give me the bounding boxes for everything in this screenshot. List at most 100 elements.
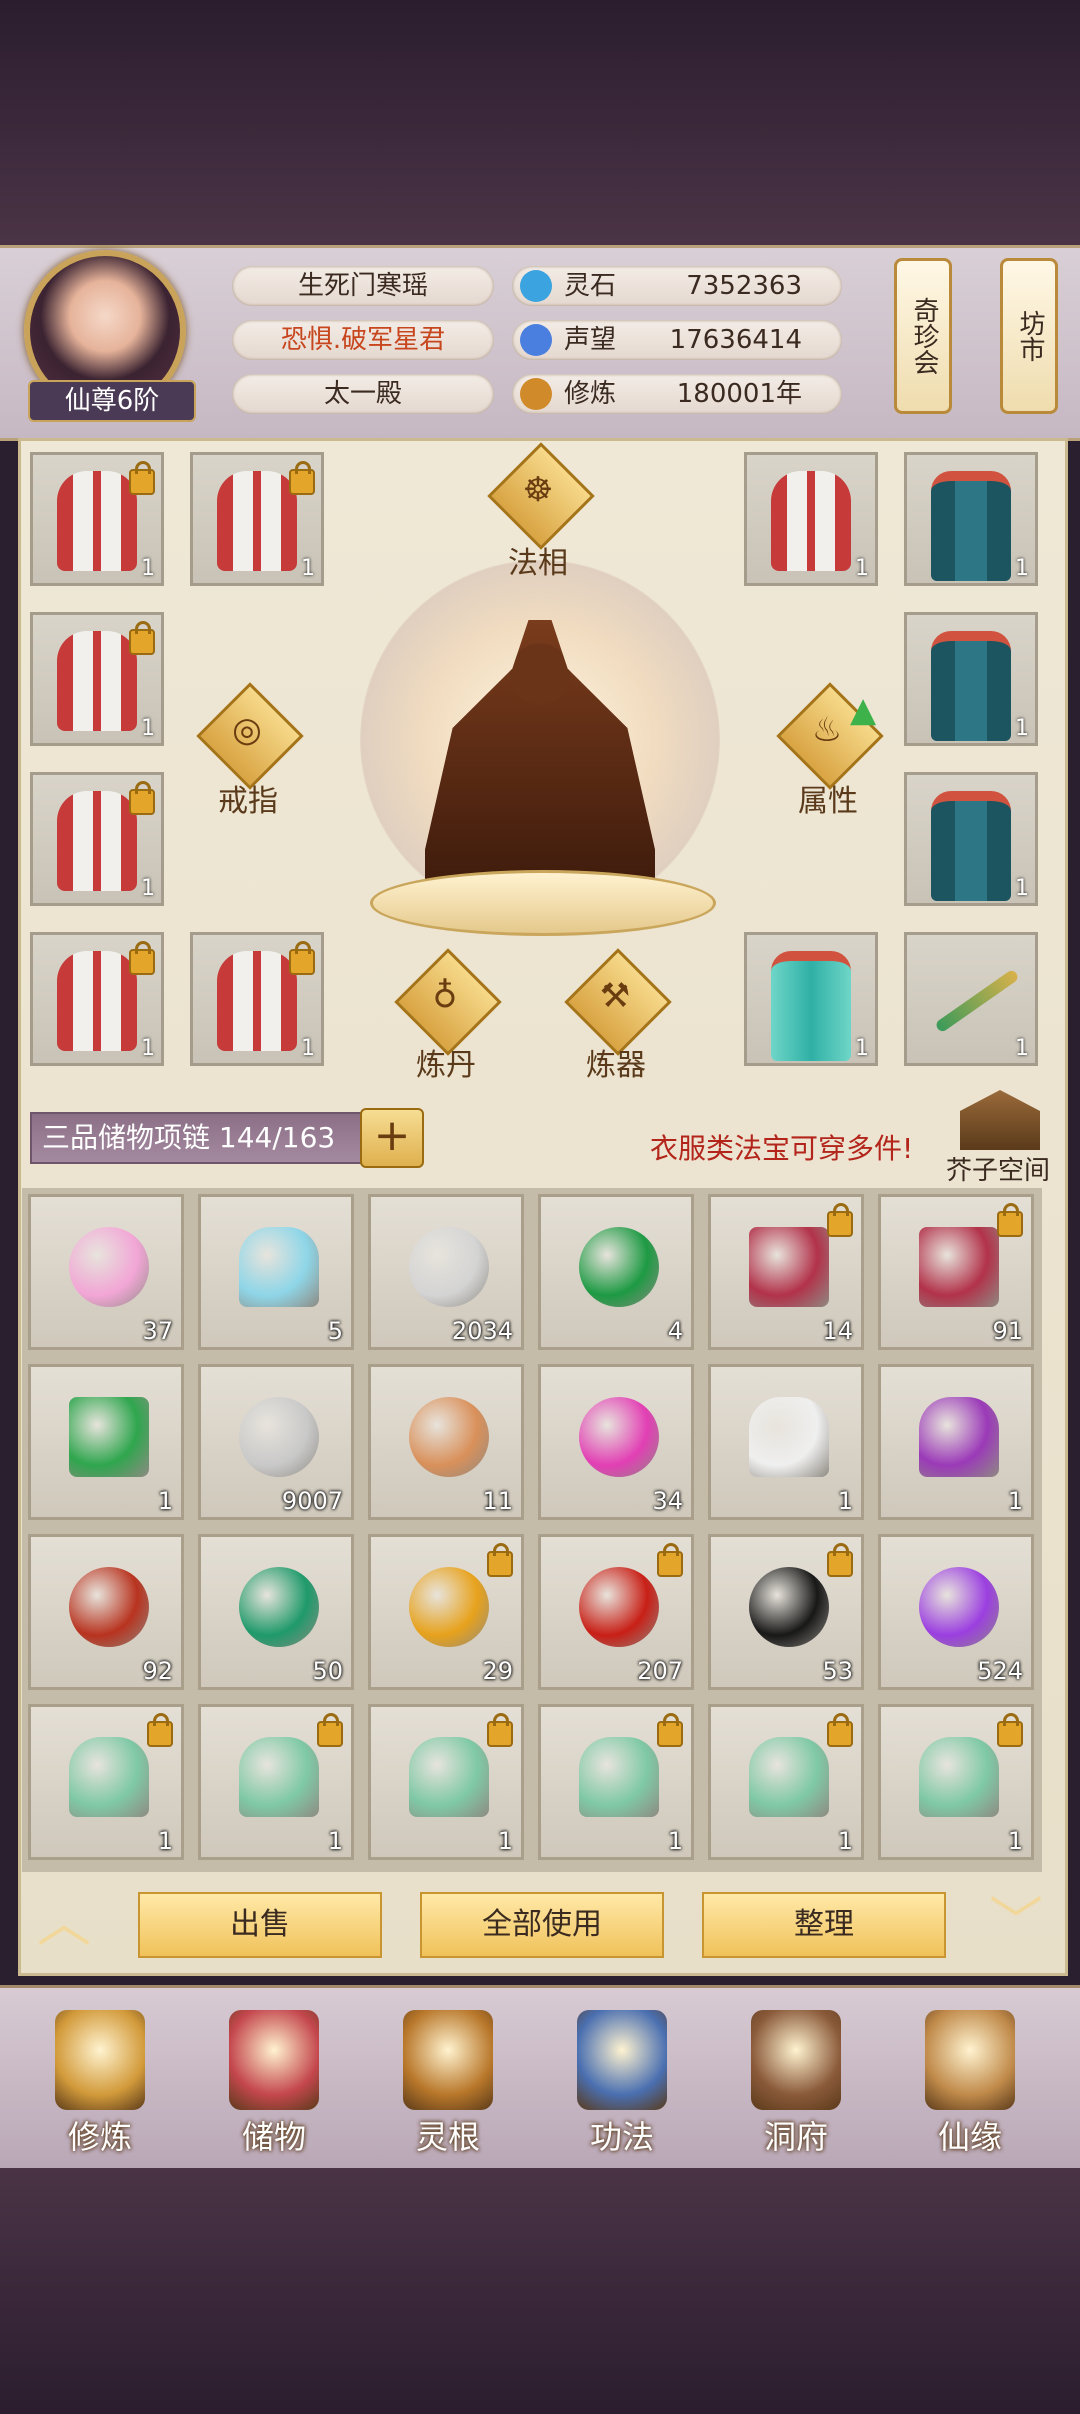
lotus-pedestal — [370, 870, 716, 936]
equip-slot-left-6[interactable]: 1 — [190, 932, 324, 1066]
inventory-item-ring[interactable]: 11 — [368, 1364, 524, 1520]
alchemy-label: 炼丹 — [416, 1048, 476, 1083]
inventory-item-green-orb[interactable]: 4 — [538, 1194, 694, 1350]
player-rank: 仙尊6阶 — [28, 380, 196, 422]
lock-icon — [129, 781, 155, 815]
jade-spirit-icon — [409, 1737, 489, 1817]
stat-label: 修炼 — [564, 379, 617, 409]
scroll-down-icon[interactable]: ﹀ — [976, 1895, 1056, 1951]
ring-icon: ◎ — [232, 710, 262, 750]
spirit-stone-icon — [520, 270, 552, 302]
nav-label: 储物 — [241, 2118, 306, 2156]
nav-cultivate[interactable]: 修炼 — [20, 2010, 180, 2160]
inventory-item-pink-flame[interactable]: 34 — [538, 1364, 694, 1520]
market-button[interactable]: 坊市 — [1000, 258, 1058, 414]
item-quantity: 1 — [1007, 1827, 1023, 1855]
inventory-item-scroll[interactable]: 1 — [28, 1364, 184, 1520]
equip-slot-left-3[interactable]: 1 — [30, 612, 164, 746]
inventory-item-lotus[interactable]: 37 — [28, 1194, 184, 1350]
equip-slot-left-2[interactable]: 1 — [190, 452, 324, 586]
ring-button[interactable]: ◎ — [196, 682, 304, 790]
inventory-item-rice-box[interactable]: 91 — [878, 1194, 1034, 1350]
equip-slot-left-5[interactable]: 1 — [30, 932, 164, 1066]
inventory-item-silver-orb[interactable]: 2034 — [368, 1194, 524, 1350]
inventory-item-jade-spirit[interactable]: 1 — [198, 1704, 354, 1860]
item-quantity: 92 — [142, 1657, 173, 1685]
lock-icon — [487, 1713, 513, 1747]
nav-technique-book[interactable]: 功法 — [542, 2010, 702, 2160]
item-quantity: 1 — [157, 1487, 173, 1515]
inventory-item-jade-spirit[interactable]: 1 — [538, 1704, 694, 1860]
lock-icon — [129, 461, 155, 495]
rice-box-icon — [749, 1227, 829, 1307]
inventory-item-spirit-egg[interactable]: 5 — [198, 1194, 354, 1350]
nav-storage-bag[interactable]: 储物 — [194, 2010, 354, 2160]
inventory-item-red-orb[interactable]: 207 — [538, 1534, 694, 1690]
red-robe-icon — [57, 631, 137, 731]
use-all-button[interactable]: 全部使用 — [420, 1892, 664, 1958]
stat-reputation: 声望 17636414 — [512, 320, 842, 360]
item-quantity: 1 — [1007, 1487, 1023, 1515]
inventory-item-black-orb[interactable]: 53 — [708, 1534, 864, 1690]
inventory-item-rice-box[interactable]: 14 — [708, 1194, 864, 1350]
spirit-root-icon — [403, 2010, 493, 2110]
item-quantity: 1 — [855, 1036, 869, 1061]
scroll-up-icon[interactable]: ︿ — [24, 1895, 104, 1951]
nav-label: 功法 — [589, 2118, 654, 2156]
lock-icon — [827, 1203, 853, 1237]
inventory-item-white-tree[interactable]: 1 — [708, 1364, 864, 1520]
item-quantity: 1 — [1015, 556, 1029, 581]
refine-label: 炼器 — [586, 1048, 646, 1083]
player-sect: 太一殿 — [232, 374, 494, 414]
inventory-item-teapot[interactable]: 92 — [28, 1534, 184, 1690]
equip-slot-right-6[interactable]: 1 — [904, 932, 1038, 1066]
reputation-icon — [520, 324, 552, 356]
faxiang-button[interactable]: ☸ — [487, 442, 595, 550]
nav-spirit-root[interactable]: 灵根 — [368, 2010, 528, 2160]
mustard-space-button[interactable]: 芥子空间 — [946, 1150, 1050, 1187]
lock-icon — [657, 1543, 683, 1577]
stat-label: 声望 — [564, 325, 617, 355]
equip-hint: 衣服类法宝可穿多件! — [650, 1132, 914, 1165]
inventory-item-jade-spirit[interactable]: 1 — [368, 1704, 524, 1860]
jade-armor-icon — [771, 951, 851, 1061]
gold-orb-icon — [409, 1567, 489, 1647]
inventory-item-purple-tree[interactable]: 1 — [878, 1364, 1034, 1520]
item-quantity: 1 — [497, 1827, 513, 1855]
treasure-auction-button[interactable]: 奇珍会 — [894, 258, 952, 414]
jade-spirit-icon — [579, 1737, 659, 1817]
equip-slot-right-5[interactable]: 1 — [744, 932, 878, 1066]
inventory-item-silver-token[interactable]: 9007 — [198, 1364, 354, 1520]
inventory-item-purple-crystal[interactable]: 524 — [878, 1534, 1034, 1690]
ring-icon — [409, 1397, 489, 1477]
inventory-item-gold-orb[interactable]: 29 — [368, 1534, 524, 1690]
equip-slot-right-1[interactable]: 1 — [744, 452, 878, 586]
item-quantity: 1 — [141, 716, 155, 741]
expand-storage-button[interactable]: + — [360, 1108, 424, 1168]
green-orb-icon — [579, 1227, 659, 1307]
nav-gourd[interactable]: 仙缘 — [890, 2010, 1050, 2160]
alchemy-button[interactable]: ♁ — [394, 948, 502, 1056]
refine-button[interactable]: ⚒ — [564, 948, 672, 1056]
equip-slot-right-3[interactable]: 1 — [904, 612, 1038, 746]
equip-slot-left-1[interactable]: 1 — [30, 452, 164, 586]
sell-button[interactable]: 出售 — [138, 1892, 382, 1958]
item-quantity: 34 — [652, 1487, 683, 1515]
nav-cave-mansion[interactable]: 洞府 — [716, 2010, 876, 2160]
sword-icon — [934, 968, 1020, 1034]
technique-book-icon — [577, 2010, 667, 2110]
inventory-item-jade-crystal[interactable]: 50 — [198, 1534, 354, 1690]
spirit-egg-icon — [239, 1227, 319, 1307]
equip-slot-right-2[interactable]: 1 — [904, 452, 1038, 586]
inventory-item-jade-spirit[interactable]: 1 — [708, 1704, 864, 1860]
sort-button[interactable]: 整理 — [702, 1892, 946, 1958]
equip-slot-right-4[interactable]: 1 — [904, 772, 1038, 906]
player-title[interactable]: 恐惧.破军星君 — [232, 320, 494, 360]
inventory-item-jade-spirit[interactable]: 1 — [878, 1704, 1034, 1860]
inventory-item-jade-spirit[interactable]: 1 — [28, 1704, 184, 1860]
red-robe-icon — [57, 951, 137, 1051]
equip-slot-left-4[interactable]: 1 — [30, 772, 164, 906]
lock-icon — [997, 1203, 1023, 1237]
item-quantity: 1 — [141, 556, 155, 581]
item-quantity: 91 — [992, 1317, 1023, 1345]
